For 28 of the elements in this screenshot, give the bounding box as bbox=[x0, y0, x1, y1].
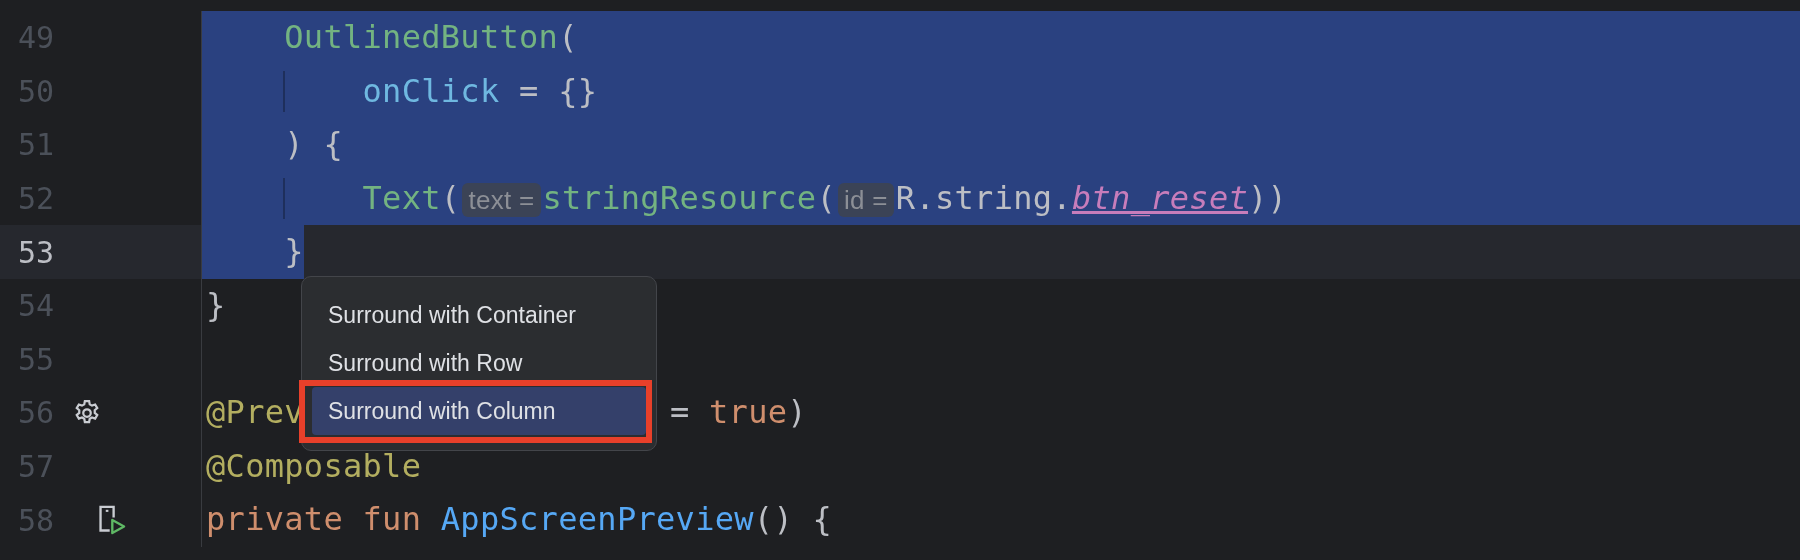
code-token: OutlinedButton bbox=[284, 18, 559, 56]
code-token: onClick bbox=[362, 71, 500, 110]
code-token: ( bbox=[558, 18, 578, 56]
menu-item[interactable]: Surround with Row bbox=[312, 339, 646, 387]
code-token: private fun bbox=[206, 500, 423, 539]
code-token: () { bbox=[753, 500, 833, 539]
code-token: } bbox=[206, 285, 226, 324]
code-token: @Prev bbox=[206, 393, 304, 432]
code-token: @Composable bbox=[206, 446, 422, 485]
menu-item[interactable]: Surround with Container bbox=[312, 291, 646, 339]
parameter-hint: id = bbox=[838, 182, 894, 217]
code-token: } bbox=[284, 232, 304, 271]
code-token: ) { bbox=[284, 125, 343, 164]
code-token: true bbox=[709, 393, 788, 432]
parameter-hint: text = bbox=[462, 182, 541, 217]
code-token: AppScreenPreview bbox=[440, 500, 754, 539]
code-token: stringResource bbox=[542, 178, 817, 217]
code-token: Text bbox=[362, 178, 441, 217]
code-token: ( bbox=[440, 178, 461, 217]
code-token: btn_reset bbox=[1071, 178, 1249, 217]
code-token: ) bbox=[787, 393, 807, 432]
line-number: 53 bbox=[17, 233, 56, 272]
code-token: R.string. bbox=[895, 178, 1072, 217]
code-token: = {} bbox=[519, 71, 598, 110]
code-token: )) bbox=[1248, 178, 1288, 217]
menu-item[interactable]: Surround with Column bbox=[312, 387, 646, 435]
code-token: = bbox=[669, 393, 691, 432]
code-token: ( bbox=[816, 178, 836, 217]
